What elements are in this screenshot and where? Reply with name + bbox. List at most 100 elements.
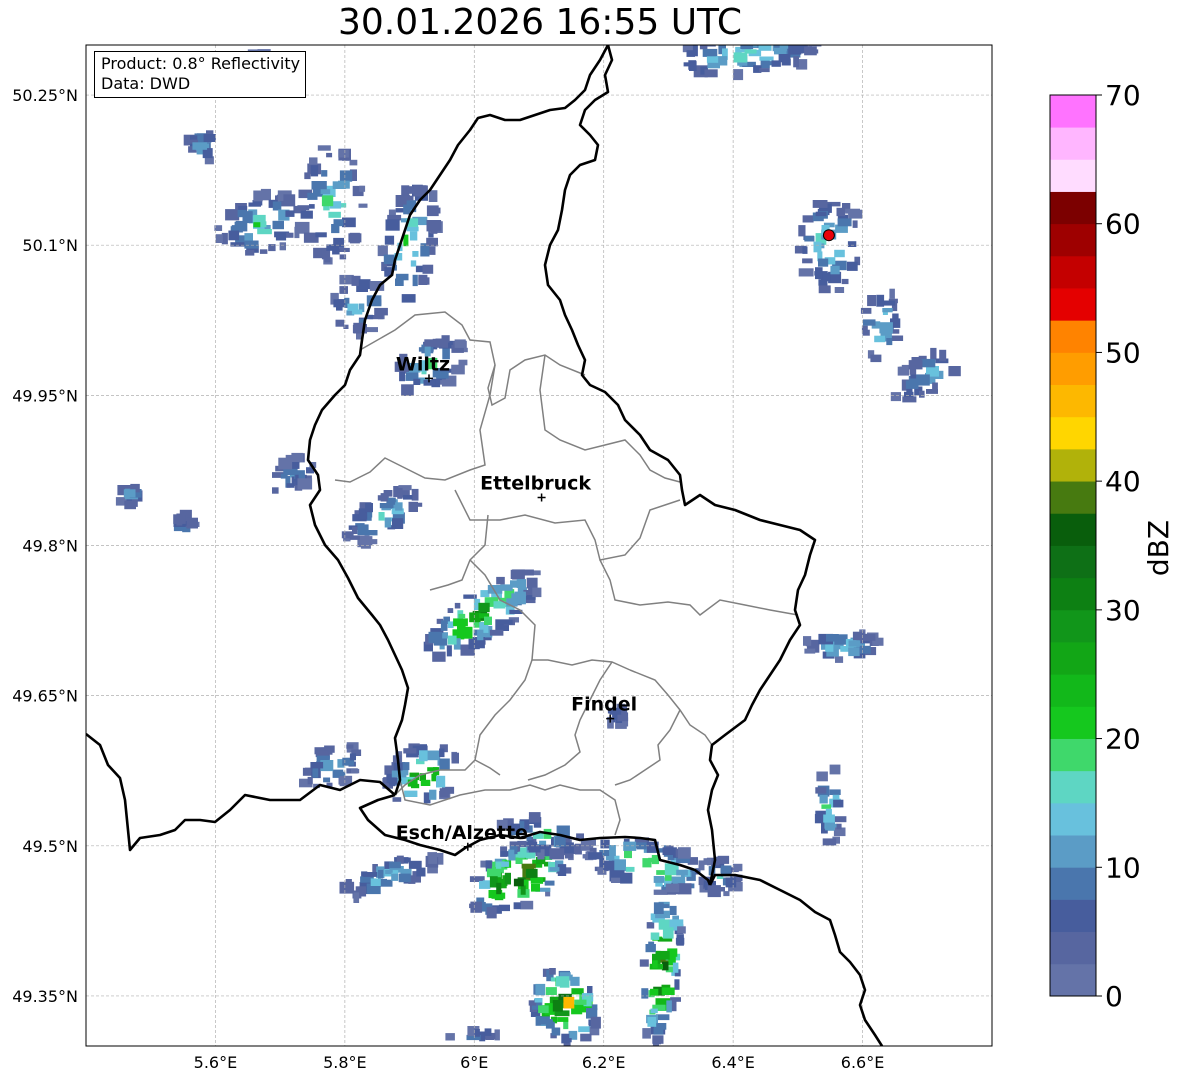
city-label: Ettelbruck xyxy=(480,472,591,494)
echo-pixel xyxy=(311,181,323,190)
echo-pixel xyxy=(173,514,186,524)
echo-pixel xyxy=(310,165,319,177)
echo-pixel xyxy=(720,867,731,874)
echo-pixel xyxy=(530,877,544,884)
echo-pixel xyxy=(499,619,513,625)
echo-pixel xyxy=(283,194,296,206)
echo-pixel xyxy=(484,616,492,625)
echo-pixel xyxy=(812,200,828,208)
echo-pixel xyxy=(278,457,293,470)
echo-pixel xyxy=(260,221,267,228)
echo-pixel xyxy=(478,602,490,613)
echo-pixel xyxy=(422,264,434,274)
echo-pixel xyxy=(588,852,602,860)
echo-pixel xyxy=(939,349,947,362)
echo-pixel xyxy=(642,1028,651,1039)
map-title: 30.01.2026 16:55 UTC xyxy=(337,2,743,43)
echo-pixel xyxy=(655,950,670,960)
colorbar-segment xyxy=(1050,481,1096,514)
echo-pixel xyxy=(225,209,240,221)
echo-pixel xyxy=(300,210,313,219)
echo-pixel xyxy=(561,1033,570,1044)
echo-pixel xyxy=(454,339,466,348)
city-label: Esch/Alzette xyxy=(396,822,528,844)
echo-pixel xyxy=(664,875,672,881)
echo-pixel xyxy=(310,762,324,769)
echo-pixel xyxy=(862,319,876,326)
echo-pixel xyxy=(859,645,871,654)
echo-pixel xyxy=(704,69,718,78)
echo-pixel xyxy=(823,814,835,823)
echo-pixel xyxy=(237,209,247,218)
echo-pixel xyxy=(403,204,411,215)
echo-pixel xyxy=(489,629,504,636)
colorbar-segment xyxy=(1050,738,1096,772)
echo-pixel xyxy=(358,203,368,208)
echo-pixel xyxy=(672,962,679,973)
lat-tick-label: 50.1°N xyxy=(22,236,78,255)
echo-pixel xyxy=(401,384,414,396)
radar-map: Wiltz Ettelbruck Findel Esch/Alzette 50.25°… xyxy=(12,44,1175,1072)
echo-pixel xyxy=(346,744,354,749)
echo-pixel xyxy=(363,872,378,877)
echo-pixel xyxy=(317,145,331,151)
echo-pixel xyxy=(451,752,459,764)
echo-pixel xyxy=(257,229,272,235)
colorbar-segment xyxy=(1050,577,1096,611)
echo-pixel xyxy=(309,204,315,209)
echo-pixel xyxy=(454,602,461,609)
echo-pixel xyxy=(778,54,791,63)
echo-pixel xyxy=(399,195,414,201)
echo-pixel xyxy=(215,234,223,243)
echo-pixel xyxy=(338,247,350,252)
echo-pixel xyxy=(650,988,659,996)
echo-pixel xyxy=(324,256,331,263)
echo-pixel xyxy=(890,392,901,402)
echo-pixel xyxy=(837,218,852,227)
echo-pixel xyxy=(420,779,431,786)
echo-pixel xyxy=(671,1001,677,1012)
echo-pixel xyxy=(335,319,345,327)
echo-pixel xyxy=(620,872,633,884)
echo-pixel xyxy=(366,327,378,333)
echo-pixel xyxy=(531,884,540,892)
echo-pixel xyxy=(932,382,938,391)
colorbar-segment xyxy=(1050,223,1096,257)
echo-pixel xyxy=(699,45,708,50)
info-box: Product: 0.8° Reflectivity Data: DWD xyxy=(94,51,307,98)
echo-pixel xyxy=(339,286,348,294)
latitude-axis: 50.25°N 50.1°N 49.95°N 49.8°N 49.65°N 49.5°N 4… xyxy=(12,86,78,1006)
echo-pixel xyxy=(412,251,419,257)
radar-site xyxy=(822,229,835,242)
colorbar-segment xyxy=(1050,835,1096,868)
echo-pixel xyxy=(228,230,240,241)
echo-pixel xyxy=(427,852,437,857)
echo-pixel xyxy=(485,1035,495,1040)
echo-pixel xyxy=(647,1017,657,1027)
lon-tick-label: 6°E xyxy=(460,1053,488,1072)
echo-pixel xyxy=(401,294,416,303)
echo-pixel xyxy=(272,201,282,211)
echo-pixel xyxy=(244,240,259,249)
echo-pixel xyxy=(605,856,615,861)
echo-pixel xyxy=(815,267,823,280)
echo-pixel xyxy=(406,226,419,232)
echo-pixel xyxy=(447,635,457,645)
echo-pixel xyxy=(398,873,411,883)
echo-pixel xyxy=(439,788,449,798)
echo-pixel xyxy=(291,452,304,462)
echo-pixel xyxy=(603,860,615,871)
echo-pixel xyxy=(653,1027,664,1035)
lat-tick-label: 49.95°N xyxy=(12,386,78,405)
echo-pixel xyxy=(662,987,675,995)
echo-pixel xyxy=(418,274,428,285)
echo-pixel xyxy=(578,1026,591,1033)
colorbar-segment xyxy=(1050,352,1096,386)
echo-pixel xyxy=(412,274,418,287)
echo-pixel xyxy=(658,919,670,930)
echo-pixel xyxy=(544,880,555,886)
echo-pixel xyxy=(397,487,403,499)
echo-pixel xyxy=(378,512,385,521)
colorbar-segment xyxy=(1050,867,1096,900)
echo-pixel xyxy=(370,878,381,886)
